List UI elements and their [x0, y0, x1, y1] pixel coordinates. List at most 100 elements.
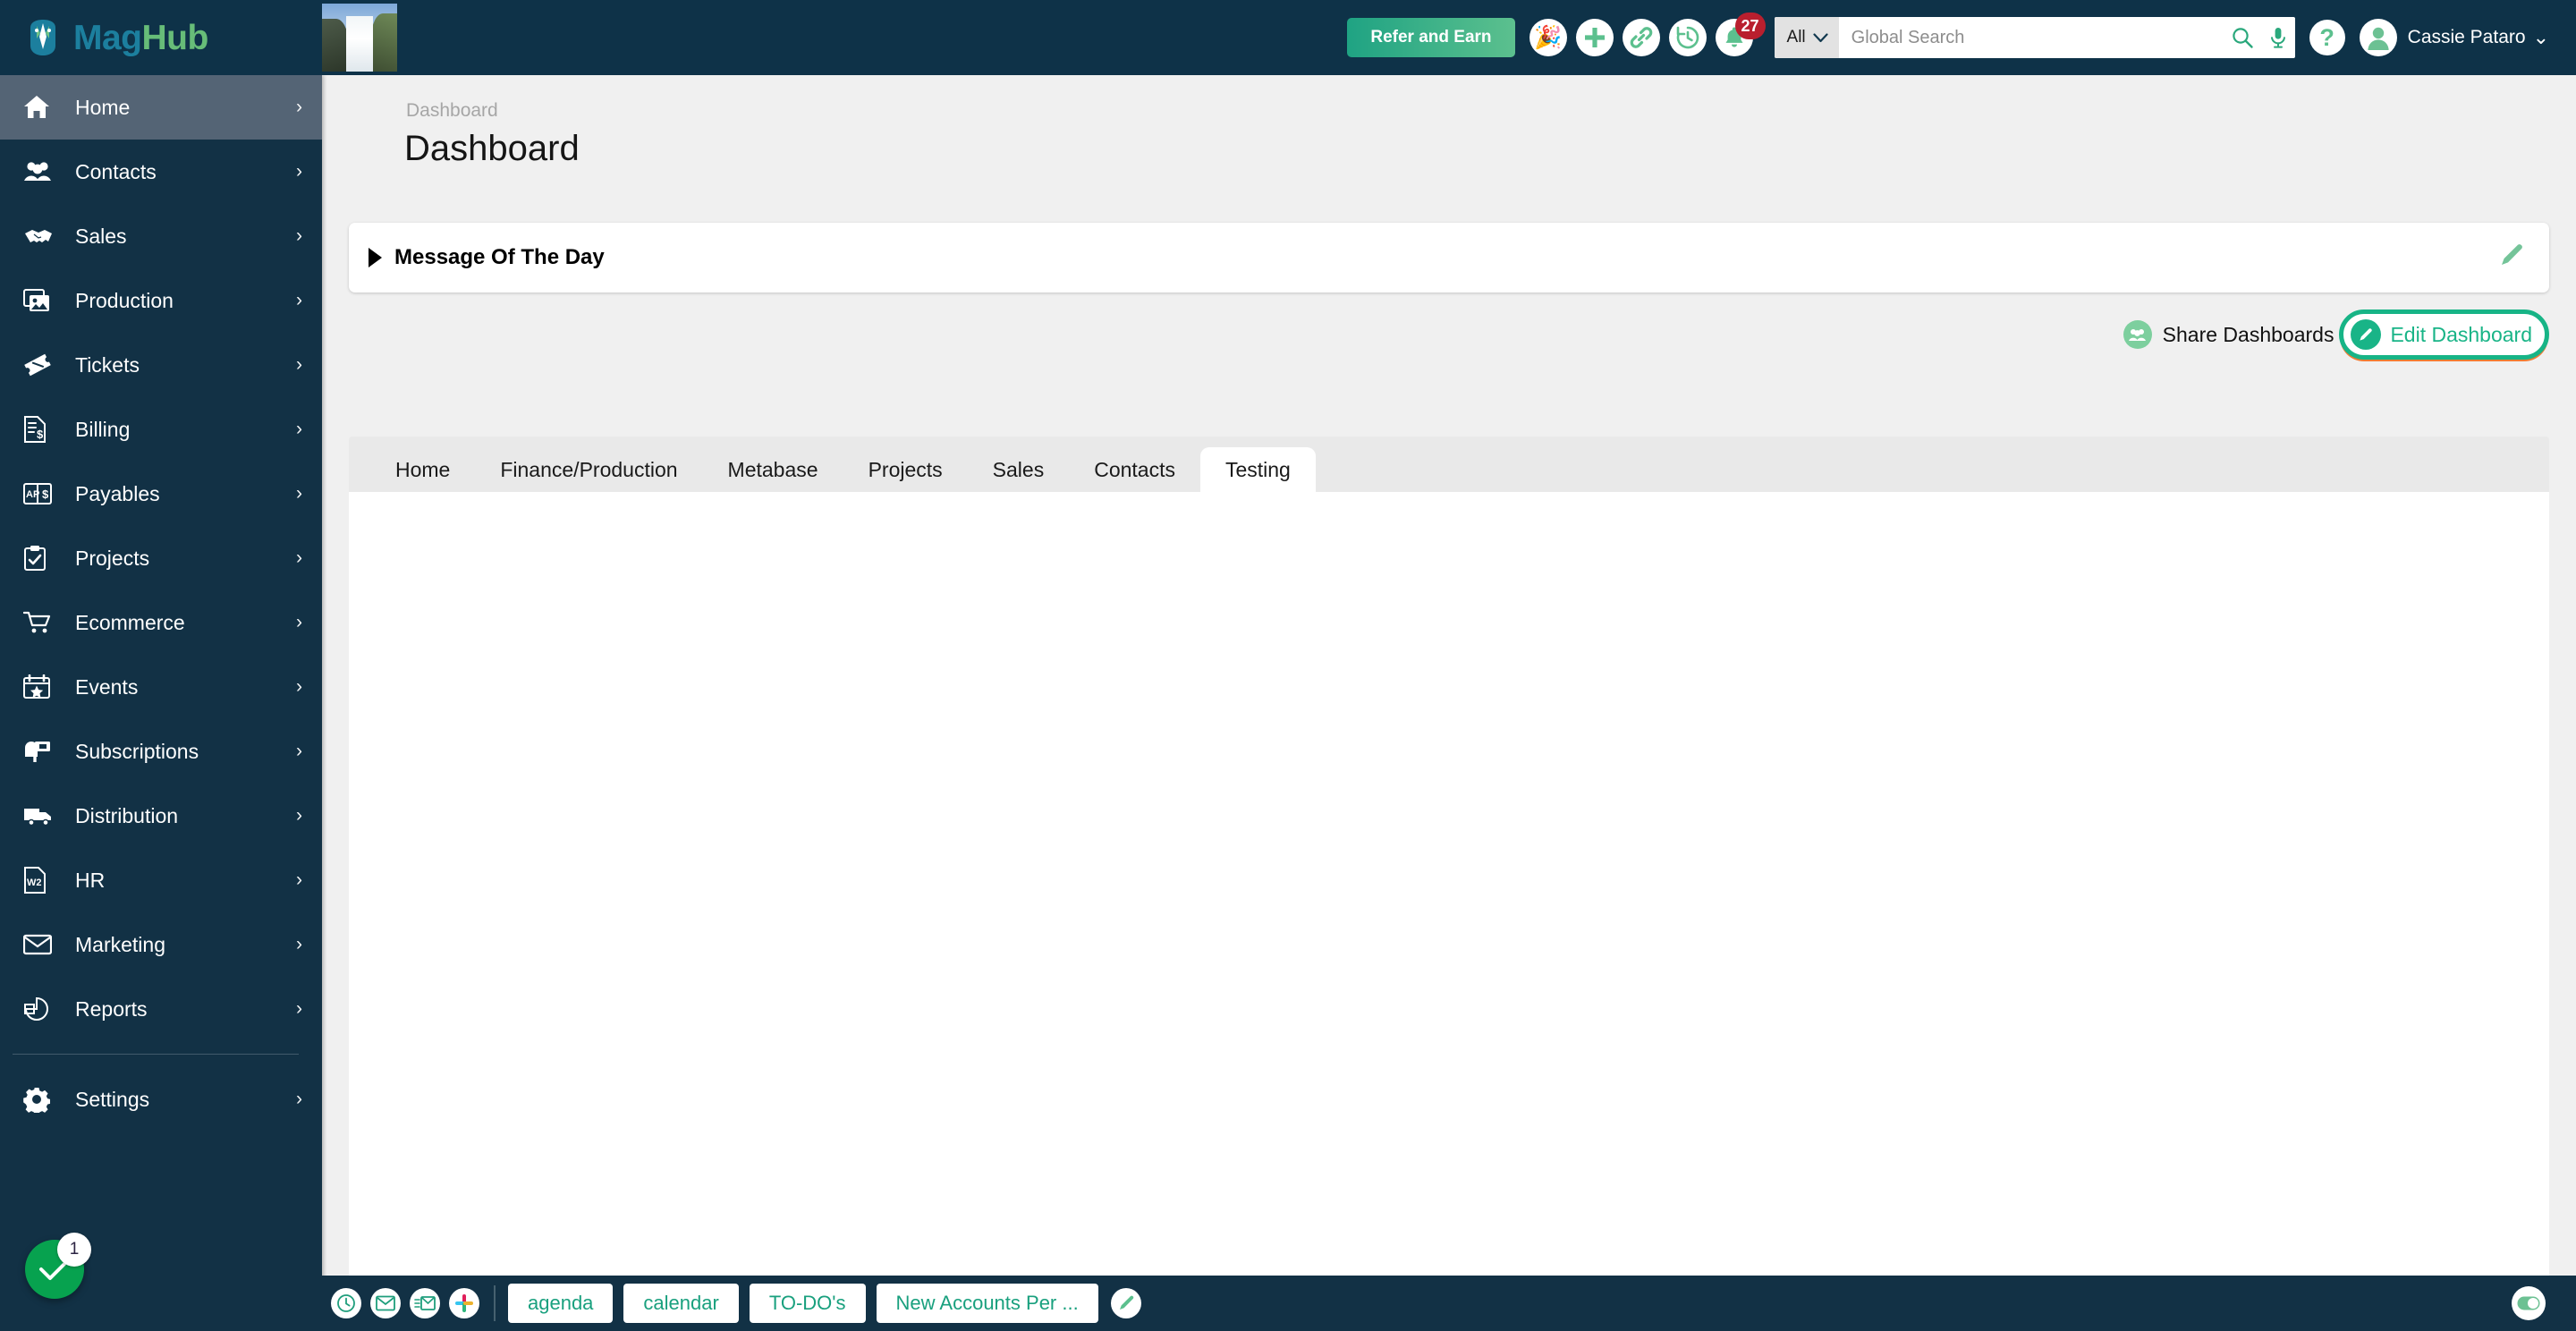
edit-pencil-icon: [2351, 319, 2382, 350]
sidebar-label-projects: Projects: [75, 546, 150, 570]
taskbar-tab-agenda[interactable]: agenda: [508, 1284, 614, 1323]
main-content-area: Dashboard Dashboard Message Of The Day S…: [322, 75, 2576, 1331]
slack-icon[interactable]: [449, 1288, 479, 1318]
pie-chart-icon: [23, 996, 64, 1022]
share-dashboards-button[interactable]: Share Dashboards: [2123, 320, 2334, 349]
envelope-lines-glyph: [414, 1296, 436, 1310]
svg-text:W2: W2: [27, 877, 42, 888]
shopping-cart-icon: [23, 610, 64, 635]
sidebar-item-billing[interactable]: $ Billing ›: [0, 397, 322, 462]
tab-home[interactable]: Home: [370, 447, 475, 492]
chevron-right-icon: ›: [296, 97, 302, 117]
chevron-right-icon: ›: [296, 547, 302, 568]
link-icon[interactable]: [1622, 19, 1660, 56]
sidebar-label-tickets: Tickets: [75, 352, 140, 377]
taskbar-tab-new-accounts[interactable]: New Accounts Per ...: [876, 1284, 1098, 1323]
taskbar-tab-todos[interactable]: TO-DO's: [749, 1284, 866, 1323]
toggle-on-icon[interactable]: [2512, 1286, 2546, 1320]
edit-dashboard-button[interactable]: Edit Dashboard: [2339, 309, 2549, 360]
taskbar-right-group: [2512, 1286, 2546, 1320]
page-title: Dashboard: [404, 129, 580, 168]
sidebar-item-tickets[interactable]: Tickets ›: [0, 333, 322, 397]
brand-mag: Mag: [73, 18, 142, 57]
tab-contacts[interactable]: Contacts: [1069, 447, 1200, 492]
brand-logo[interactable]: MagHub: [0, 0, 322, 75]
share-dashboards-label: Share Dashboards: [2162, 322, 2334, 346]
tab-testing[interactable]: Testing: [1199, 447, 1316, 492]
help-icon[interactable]: ?: [2309, 20, 2345, 55]
sidebar-item-distribution[interactable]: Distribution ›: [0, 784, 322, 848]
avatar-person-icon: [2368, 27, 2389, 50]
global-search-input[interactable]: [1838, 17, 2224, 58]
svg-text:AP: AP: [26, 489, 39, 500]
envelope-icon[interactable]: [370, 1288, 401, 1318]
clock-icon[interactable]: [331, 1288, 361, 1318]
sidebar-item-settings[interactable]: Settings ›: [0, 1067, 322, 1132]
sidebar-item-home[interactable]: Home ›: [0, 75, 322, 140]
chevron-right-icon: ›: [296, 290, 302, 310]
history-clock-icon[interactable]: [1668, 19, 1707, 56]
sidebar-item-contacts[interactable]: Contacts ›: [0, 140, 322, 204]
search-icon[interactable]: [2224, 17, 2261, 58]
handshake-icon: [23, 225, 64, 247]
sidebar-label-home: Home: [75, 95, 131, 119]
plus-icon[interactable]: [1575, 19, 1614, 56]
chevron-right-icon: ›: [296, 419, 302, 439]
tab-metabase[interactable]: Metabase: [703, 447, 843, 492]
taskbar-pencil-icon[interactable]: [1110, 1288, 1141, 1318]
quick-action-fab-wrap: 1: [25, 1233, 91, 1299]
sidebar-label-reports: Reports: [75, 996, 148, 1021]
fab-count-badge: 1: [57, 1233, 91, 1267]
party-popper-glyph: 🎉: [1533, 24, 1563, 50]
envelope-glyph: [376, 1295, 395, 1311]
company-thumbnail-image[interactable]: [322, 4, 397, 72]
sidebar-item-hr[interactable]: W2 HR ›: [0, 848, 322, 912]
sidebar-label-payables: Payables: [75, 481, 160, 505]
user-menu-chevron-down-icon[interactable]: ⌄: [2533, 26, 2549, 49]
sidebar-label-distribution: Distribution: [75, 803, 179, 827]
party-popper-icon[interactable]: 🎉: [1529, 19, 1567, 56]
notification-bell-icon[interactable]: 27: [1715, 13, 1766, 56]
dashboard-panel: Home Finance/Production Metabase Project…: [349, 437, 2549, 1299]
breadcrumb[interactable]: Dashboard: [406, 100, 498, 122]
microphone-glyph: [2270, 28, 2285, 48]
share-group-icon: [2123, 320, 2152, 349]
chevron-right-icon: ›: [296, 676, 302, 697]
global-search-bar: All: [1774, 17, 2295, 58]
mailbox-icon: [23, 739, 64, 764]
user-avatar[interactable]: [2359, 19, 2397, 56]
link-glyph: [1630, 27, 1652, 48]
sidebar-item-events[interactable]: Events ›: [0, 655, 322, 719]
tab-projects[interactable]: Projects: [843, 447, 968, 492]
triangle-right-icon[interactable]: [369, 248, 382, 267]
group-glyph: [2129, 328, 2147, 341]
gear-icon: [23, 1086, 64, 1113]
search-scope-dropdown[interactable]: All: [1774, 17, 1839, 58]
refer-and-earn-button[interactable]: Refer and Earn: [1347, 18, 1515, 57]
tab-sales[interactable]: Sales: [968, 447, 1070, 492]
taskbar-tab-calendar[interactable]: calendar: [623, 1284, 739, 1323]
chevron-right-icon: ›: [296, 998, 302, 1019]
w2-document-icon: W2: [23, 867, 64, 894]
contacts-icon: [23, 160, 64, 183]
pencil-icon[interactable]: [2496, 241, 2526, 276]
sidebar-label-production: Production: [75, 288, 174, 312]
sidebar-item-reports[interactable]: Reports ›: [0, 977, 322, 1041]
sidebar-label-settings: Settings: [75, 1087, 150, 1111]
brand-hub: Hub: [141, 18, 209, 57]
bottom-taskbar: agenda calendar TO-DO's New Accounts Per…: [322, 1276, 2576, 1331]
sidebar-item-ecommerce[interactable]: Ecommerce ›: [0, 590, 322, 655]
edit-pencil-glyph: [2360, 328, 2373, 341]
sidebar-item-production[interactable]: Production ›: [0, 268, 322, 333]
envelope-lines-icon[interactable]: [410, 1288, 440, 1318]
notification-count-badge: 27: [1734, 13, 1766, 39]
sidebar-label-sales: Sales: [75, 224, 127, 248]
sidebar-item-marketing[interactable]: Marketing ›: [0, 912, 322, 977]
tab-finance-production[interactable]: Finance/Production: [475, 447, 702, 492]
sidebar-item-sales[interactable]: Sales ›: [0, 204, 322, 268]
sidebar-divider: [13, 1054, 299, 1055]
sidebar-item-payables[interactable]: AP $ Payables ›: [0, 462, 322, 526]
voice-search-icon[interactable]: [2261, 17, 2295, 58]
sidebar-item-subscriptions[interactable]: Subscriptions ›: [0, 719, 322, 784]
sidebar-item-projects[interactable]: Projects ›: [0, 526, 322, 590]
